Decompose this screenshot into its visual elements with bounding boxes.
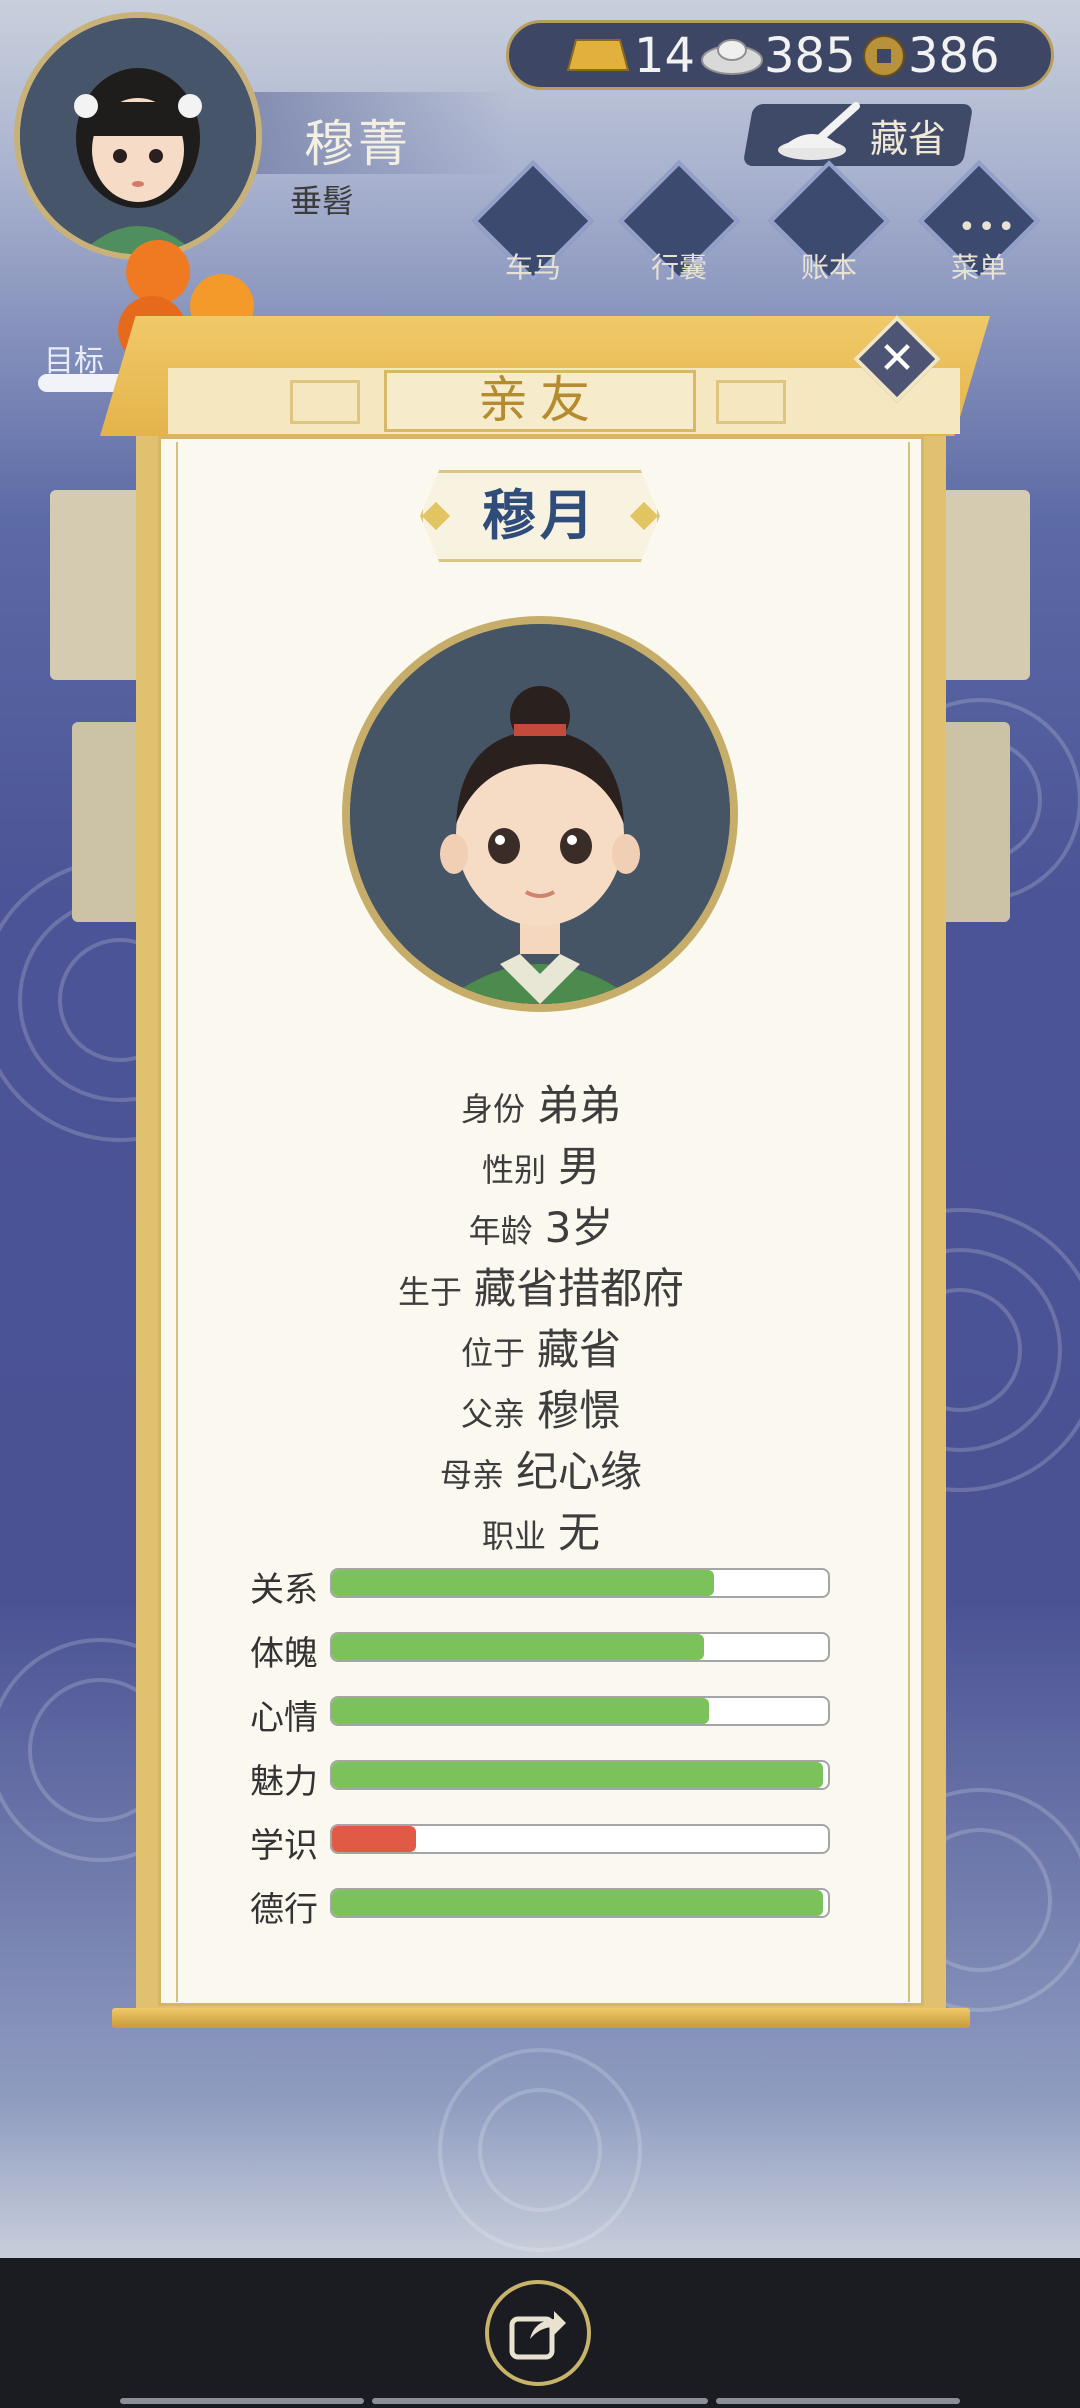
stat-fill: [332, 1634, 704, 1660]
stat-bar-knowledge: [330, 1824, 830, 1854]
stat-label-knowledge: 学识: [250, 1826, 318, 1866]
info-age: 年龄 3岁: [468, 1203, 614, 1252]
player-avatar[interactable]: [14, 12, 262, 260]
stat-bar-physique: [330, 1632, 830, 1662]
info-father: 父亲 穆憬: [460, 1386, 622, 1435]
info-identity: 身份 弟弟: [460, 1081, 622, 1130]
info-birthplace: 生于 藏省措都府: [397, 1264, 685, 1313]
bag-button[interactable]: 行囊: [614, 160, 744, 292]
nav-indicator: [120, 2398, 364, 2404]
mortar-icon: [778, 102, 860, 160]
info-mother: 母亲 纪心缘: [439, 1447, 643, 1496]
child-portrait-icon: [350, 624, 730, 1004]
gold-bar-icon: [566, 39, 630, 71]
stat-fill: [332, 1698, 709, 1724]
carriage-button[interactable]: 车马: [468, 160, 598, 292]
player-name: 穆菁: [304, 115, 412, 173]
info-occupation: 职业无: [481, 1508, 601, 1557]
info-location: 位于 藏省: [460, 1325, 622, 1374]
menu-button[interactable]: ••• 菜单: [914, 160, 1044, 292]
scroll-bottom-rod: [112, 2008, 970, 2028]
stat-fill: [332, 1762, 824, 1788]
stat-bar-virtue: [330, 1888, 830, 1918]
region-label: 藏省: [870, 117, 947, 161]
info-gender: 性别男: [481, 1142, 601, 1191]
close-icon: ✕: [878, 333, 916, 384]
silver-ingot-icon: [701, 39, 763, 75]
player-portrait-icon: [20, 18, 256, 254]
dialog-title: 亲友: [478, 371, 602, 429]
ledger-button[interactable]: 账本: [764, 160, 894, 292]
stat-label-mood: 心情: [250, 1698, 318, 1738]
player-title: 垂髫: [290, 182, 355, 220]
nav-indicator: [716, 2398, 960, 2404]
silver-count: 385: [764, 28, 856, 84]
stat-label-physique: 体魄: [250, 1634, 318, 1674]
stat-bar-charm: [330, 1760, 830, 1790]
stat-fill: [332, 1890, 824, 1916]
person-name: 穆月: [482, 484, 598, 547]
nav-indicator: [372, 2398, 708, 2404]
gold-count: 14: [634, 28, 696, 84]
title-ornament-right: [716, 380, 786, 424]
person-portrait: [342, 616, 738, 1012]
stat-fill: [332, 1570, 714, 1596]
share-icon: [509, 2311, 566, 2360]
stat-label-virtue: 德行: [250, 1890, 318, 1930]
title-ornament-left: [290, 380, 360, 424]
share-button[interactable]: [485, 2280, 591, 2386]
stat-fill: [332, 1826, 417, 1852]
stat-bar-mood: [330, 1696, 830, 1726]
copper-coin-icon: [863, 35, 905, 77]
coin-count: 386: [908, 28, 1000, 84]
stat-bar-relationship: [330, 1568, 830, 1598]
stat-label-charm: 魅力: [250, 1762, 318, 1802]
stat-label-relationship: 关系: [250, 1570, 318, 1610]
